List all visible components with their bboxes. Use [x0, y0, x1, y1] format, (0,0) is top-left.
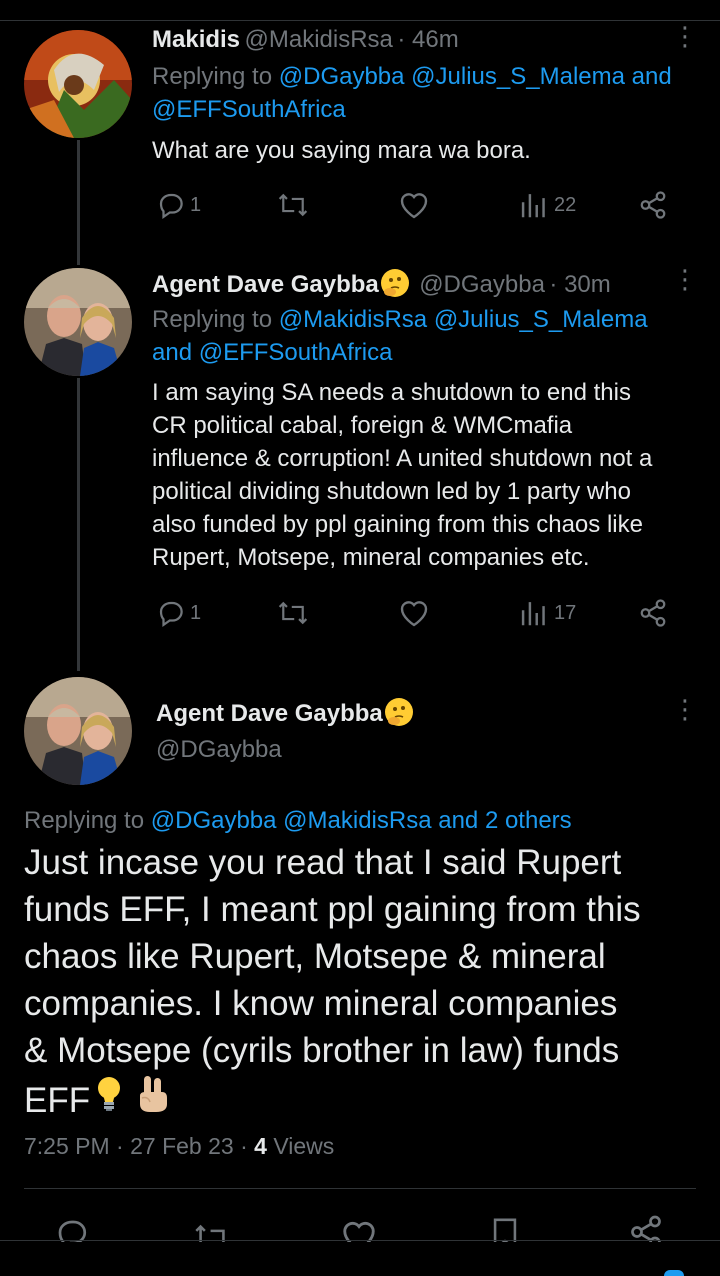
display-name[interactable]: Agent Dave Gaybba	[156, 700, 383, 727]
timestamp[interactable]: · 30m	[549, 271, 610, 298]
more-icon[interactable]: ⋮	[672, 266, 698, 292]
reply-button[interactable]: 1	[156, 598, 201, 628]
retweet-button[interactable]	[276, 190, 310, 220]
more-icon[interactable]: ⋮	[672, 696, 698, 722]
divider	[24, 1188, 696, 1189]
view-count: 17	[554, 601, 577, 624]
more-icon[interactable]: ⋮	[672, 23, 698, 49]
text-line: CR political cabal, foreign & WMCmafia	[152, 412, 573, 439]
views-button[interactable]: 22	[520, 190, 576, 220]
views-icon	[521, 602, 545, 626]
text-line: political dividing shutdown led by 1 par…	[152, 478, 631, 505]
user-handle[interactable]: @MakidisRsa	[244, 26, 392, 53]
replying-prefix: Replying to	[24, 807, 145, 834]
text-line: EFF	[24, 1080, 91, 1120]
thread-line	[77, 140, 80, 265]
text-line: chaos like Rupert, Motsepe & mineral	[24, 937, 606, 976]
view-count: 22	[554, 193, 577, 216]
views-button[interactable]: 17	[520, 598, 576, 628]
replying-to: Replying to @DGaybba @Julius_S_Malema an…	[152, 60, 692, 126]
like-button[interactable]	[398, 190, 430, 220]
tweet-header: Agent Dave Gaybba @DGaybba · 30m	[152, 269, 611, 299]
tweet-text: I am saying SA needs a shutdown to end t…	[152, 376, 702, 574]
retweet-button[interactable]	[276, 598, 310, 628]
reply-icon	[159, 193, 183, 220]
text-line: also funded by ppl gaining from this cha…	[152, 511, 643, 538]
text-line: Rupert, Motsepe, mineral companies etc.	[152, 544, 590, 571]
post-date: 27 Feb 23	[130, 1133, 234, 1159]
main-tweet-header: Agent Dave Gaybba	[156, 698, 413, 728]
text-line: Just incase you read that I said Rupert	[24, 843, 622, 882]
user-handle[interactable]: @DGaybba	[419, 271, 545, 298]
bookmark-icon[interactable]	[488, 1216, 522, 1242]
reply-count: 1	[190, 601, 202, 624]
views-count[interactable]: 4	[254, 1133, 267, 1159]
text-line: influence & corruption! A united shutdow…	[152, 445, 653, 472]
share-icon	[640, 191, 666, 219]
reply-targets[interactable]: and @EFFSouthAfrica	[152, 339, 392, 366]
reply-count: 1	[190, 193, 202, 216]
like-icon	[400, 193, 428, 219]
bottom-divider	[0, 1240, 720, 1241]
tweet-header: Makidis @MakidisRsa · 46m	[152, 26, 459, 54]
reply-icon	[159, 601, 183, 628]
display-name[interactable]: Agent Dave Gaybba	[152, 271, 379, 298]
reply-targets[interactable]: @DGaybba @MakidisRsa and 2 others	[151, 807, 572, 834]
text-line: & Motsepe (cyrils brother in law) funds	[24, 1031, 620, 1070]
tweet-text: What are you saying mara wa bora.	[152, 137, 531, 164]
replying-prefix: Replying to	[152, 306, 273, 333]
views-icon	[521, 194, 545, 218]
reply-icon[interactable]	[54, 1216, 90, 1242]
replying-prefix: Replying to	[152, 63, 273, 90]
post-time: 7:25 PM	[24, 1133, 110, 1159]
replying-to: Replying to @DGaybba @MakidisRsa and 2 o…	[24, 804, 572, 837]
replying-to: Replying to @MakidisRsa @Julius_S_Malema…	[152, 303, 692, 369]
main-action-bar	[0, 1212, 720, 1242]
like-button[interactable]	[398, 598, 430, 628]
avatar-dgaybba[interactable]	[24, 677, 132, 785]
reply-targets[interactable]: @MakidisRsa @Julius_S_Malema	[279, 306, 648, 333]
thinking-emoji	[380, 269, 409, 297]
like-icon	[400, 601, 428, 627]
victory-hand-emoji	[136, 1074, 170, 1126]
lightbulb-emoji	[96, 1076, 122, 1124]
views-label[interactable]: Views	[273, 1133, 334, 1159]
main-tweet-text: Just incase you read that I said Rupert …	[24, 839, 714, 1126]
retweet-icon	[278, 193, 308, 217]
retweet-icon	[278, 601, 308, 625]
share-button[interactable]	[638, 190, 668, 220]
timestamp[interactable]: · 46m	[397, 26, 458, 53]
text-line: I am saying SA needs a shutdown to end t…	[152, 379, 631, 406]
reply-targets[interactable]: @EFFSouthAfrica	[152, 96, 346, 123]
top-divider	[0, 0, 720, 21]
display-name[interactable]: Makidis	[152, 26, 240, 53]
user-handle[interactable]: @DGaybba	[156, 736, 282, 764]
share-button[interactable]	[638, 598, 668, 628]
reply-button[interactable]: 1	[156, 190, 201, 220]
avatar-makidis[interactable]	[24, 30, 132, 138]
tweet-meta: 7:25 PM · 27 Feb 23 · 4 Views	[24, 1133, 335, 1159]
thread-line	[77, 378, 80, 671]
thinking-emoji	[384, 698, 413, 726]
text-line: companies. I know mineral companies	[24, 984, 618, 1023]
share-icon	[640, 599, 666, 627]
compose-button-edge[interactable]	[664, 1270, 684, 1276]
text-line: funds EFF, I meant ppl gaining from this	[24, 890, 641, 929]
retweet-icon[interactable]	[192, 1220, 232, 1242]
avatar-dgaybba[interactable]	[24, 268, 132, 376]
reply-targets[interactable]: @DGaybba @Julius_S_Malema and	[279, 63, 672, 90]
like-icon[interactable]	[340, 1218, 378, 1242]
share-icon[interactable]	[628, 1214, 664, 1242]
